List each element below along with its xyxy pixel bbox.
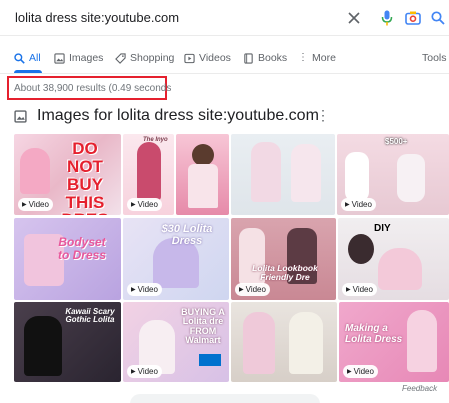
- thumbnail-caption: $500+: [385, 137, 408, 146]
- image-thumbnail[interactable]: BUYING A Lolita dre FROM Walmart ▶ Video: [123, 302, 229, 382]
- tabs-divider: [0, 73, 449, 74]
- images-section-title: Images for lolita dress site:youtube.com: [37, 107, 319, 124]
- microphone-icon[interactable]: [377, 8, 397, 28]
- play-icon: ▶: [346, 287, 351, 293]
- images-section-header: Images for lolita dress site:youtube.com: [14, 106, 319, 126]
- image-thumbnail[interactable]: [176, 134, 229, 215]
- play-icon: ▶: [131, 287, 136, 293]
- play-icon: ▶: [22, 202, 27, 208]
- image-thumbnail[interactable]: Kawaii Scary Gothic Lolita: [14, 302, 121, 382]
- tag-icon: [115, 52, 126, 64]
- search-icon: [14, 52, 25, 64]
- thumbnail-caption: BUYING A Lolita dre FROM Walmart: [181, 307, 225, 346]
- search-icon[interactable]: [428, 8, 448, 28]
- tab-label: Images: [69, 52, 104, 64]
- image-thumbnail[interactable]: [231, 302, 337, 382]
- tab-label: More: [312, 52, 336, 64]
- tab-all[interactable]: All: [14, 50, 41, 66]
- play-icon: ▶: [131, 369, 136, 375]
- thumbnail-caption: DIY: [374, 223, 391, 234]
- tab-shopping[interactable]: Shopping: [115, 50, 174, 66]
- image-thumbnail[interactable]: Lolita Lookbook Friendly Dre ▶ Video: [231, 218, 336, 300]
- image-thumbnail[interactable]: [231, 134, 335, 215]
- tab-books[interactable]: Books: [243, 50, 287, 66]
- image-grid: DO NOT BUY THIS DRES ▶Video The Inyo ▶Vi…: [14, 134, 449, 382]
- image-thumbnail[interactable]: Making a Lolita Dress ▶ Video: [339, 302, 449, 382]
- walmart-logo: [199, 354, 221, 366]
- image-icon: [14, 109, 27, 123]
- image-thumbnail[interactable]: $30 Lolita Dress ▶ Video: [123, 218, 229, 300]
- tab-videos[interactable]: Videos: [184, 50, 231, 66]
- image-thumbnail[interactable]: The Inyo ▶ Video: [123, 134, 174, 215]
- video-badge: ▶ Video: [127, 365, 162, 378]
- play-icon: ▶: [345, 202, 350, 208]
- search-bar[interactable]: lolita dress site:youtube.com: [0, 0, 449, 36]
- tab-more[interactable]: ⋮ More: [298, 50, 336, 66]
- thumbnail-caption: Kawaii Scary Gothic Lolita: [65, 307, 115, 325]
- tab-label: Shopping: [130, 52, 175, 64]
- tab-label: All: [29, 52, 41, 64]
- result-stats-text: About 38,900 results (0.49 seconds: [14, 82, 172, 94]
- thumbnail-caption: Lolita Lookbook Friendly Dre: [252, 263, 318, 282]
- video-badge: ▶ Video: [341, 198, 376, 211]
- more-options-icon[interactable]: ⋮: [316, 107, 330, 124]
- tab-label: Books: [258, 52, 288, 64]
- image-thumbnail[interactable]: DO NOT BUY THIS DRES ▶Video: [14, 134, 121, 215]
- tools-button[interactable]: Tools: [422, 50, 447, 66]
- thumbnail-caption: $30 Lolita Dress: [161, 223, 213, 247]
- thumbnail-caption: DO NOT BUY THIS DRES: [61, 139, 108, 215]
- video-badge: ▶ Video: [342, 283, 377, 296]
- kebab-icon: ⋮: [298, 52, 308, 63]
- video-badge: ▶ Video: [18, 198, 53, 211]
- image-thumbnail[interactable]: Bodyset to Dress: [14, 218, 121, 300]
- play-icon: ▶: [347, 369, 352, 375]
- search-input[interactable]: lolita dress site:youtube.com: [15, 10, 179, 25]
- thumbnail-caption: Making a Lolita Dress: [345, 323, 403, 345]
- result-stats: About 38,900 results (0.49 seconds: [7, 76, 171, 100]
- camera-icon[interactable]: [403, 8, 423, 28]
- tab-label: Videos: [199, 52, 231, 64]
- more-images-button[interactable]: [130, 394, 320, 403]
- video-badge: ▶ Video: [343, 365, 378, 378]
- thumbnail-caption: The Inyo: [143, 137, 168, 143]
- feedback-link[interactable]: Feedback: [402, 384, 437, 393]
- play-icon: ▶: [239, 287, 244, 293]
- play-icon: ▶: [131, 202, 136, 208]
- image-thumbnail[interactable]: DIY ▶ Video: [338, 218, 449, 300]
- thumbnail-caption: Bodyset to Dress: [57, 235, 107, 262]
- image-thumbnail[interactable]: $500+ ▶ Video: [337, 134, 449, 215]
- search-tabs: All Images Shopping Videos Books ⋮ More …: [0, 46, 449, 73]
- video-badge: ▶ Video: [127, 198, 162, 211]
- video-icon: [184, 53, 195, 63]
- tools-label: Tools: [422, 52, 447, 64]
- book-icon: [244, 52, 253, 64]
- video-badge: ▶ Video: [235, 283, 270, 296]
- tab-images[interactable]: Images: [54, 50, 103, 66]
- clear-icon[interactable]: [344, 8, 364, 28]
- image-icon: [54, 52, 65, 64]
- video-badge: ▶ Video: [127, 283, 162, 296]
